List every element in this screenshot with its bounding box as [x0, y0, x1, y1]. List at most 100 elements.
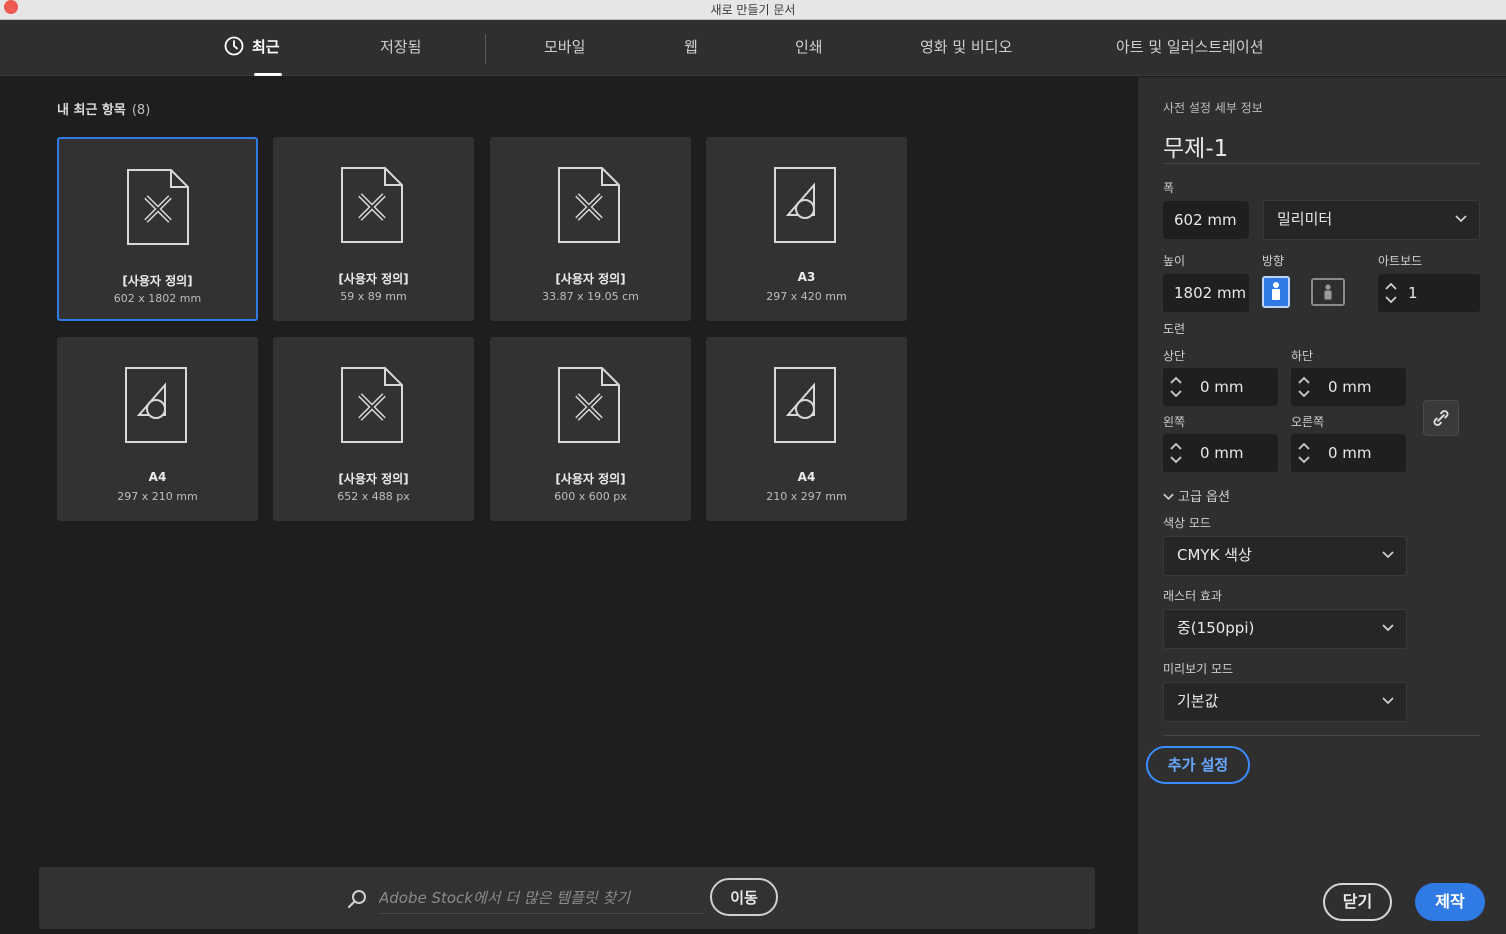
custom-document-icon [558, 167, 620, 243]
close-button[interactable]: 닫기 [1323, 883, 1392, 921]
unit-value: 밀리미터 [1277, 210, 1333, 228]
stepper-arrows-icon[interactable] [1382, 277, 1400, 309]
bleed-bottom-label: 하단 [1291, 349, 1314, 363]
custom-document-icon [341, 167, 403, 243]
document-preset-name: A4 [148, 470, 167, 484]
recent-document-card[interactable]: A3 297 x 420 mm [706, 137, 907, 321]
go-button[interactable]: 이동 [710, 878, 778, 916]
bleed-right-label: 오른쪽 [1291, 415, 1325, 429]
bleed-bottom-stepper[interactable]: 0 mm [1291, 368, 1406, 406]
stock-search-input[interactable] [379, 882, 703, 914]
width-field[interactable]: 602 mm [1163, 201, 1249, 239]
document-preset-size: 652 x 488 px [337, 490, 410, 503]
link-bleed-button[interactable] [1423, 400, 1459, 436]
artboard-stepper[interactable]: 1 [1378, 274, 1480, 312]
tab-mobile[interactable]: 모바일 [544, 20, 585, 76]
custom-document-icon [341, 367, 403, 443]
color-mode-label: 색상 모드 [1163, 516, 1211, 530]
stepper-arrows-icon[interactable] [1167, 437, 1185, 469]
shapes-document-icon [774, 167, 836, 243]
width-label: 폭 [1163, 181, 1175, 195]
shapes-document-icon [125, 367, 187, 443]
tab-divider [485, 34, 486, 64]
shapes-document-icon [774, 367, 836, 443]
document-preset-size: 602 x 1802 mm [113, 292, 202, 305]
tab-label: 최근 [252, 38, 280, 56]
document-preset-size: 210 x 297 mm [766, 490, 847, 503]
recent-document-card[interactable]: A4 297 x 210 mm [57, 337, 258, 521]
height-field[interactable]: 1802 mm [1163, 274, 1249, 312]
document-preset-size: 600 x 600 px [554, 490, 627, 503]
tab-print[interactable]: 인쇄 [795, 20, 823, 76]
tab-web[interactable]: 웹 [684, 20, 698, 76]
stock-search-bar: 이동 [39, 867, 1095, 929]
document-preset-name: [사용자 정의] [338, 272, 409, 286]
chevron-down-icon [1382, 551, 1394, 559]
recent-document-card[interactable]: A4 210 x 297 mm [706, 337, 907, 521]
recent-document-card[interactable]: [사용자 정의] 652 x 488 px [273, 337, 474, 521]
create-button[interactable]: 제작 [1415, 883, 1485, 921]
preview-mode-dropdown[interactable]: 기본값 [1163, 682, 1407, 722]
chevron-down-icon [1163, 493, 1174, 501]
preset-details-label: 사전 설정 세부 정보 [1163, 101, 1263, 115]
recent-items-title: 내 최근 항목 [57, 103, 126, 118]
window-title: 새로 만들기 문서 [710, 3, 796, 17]
tab-recent[interactable]: 최근 [224, 20, 282, 76]
color-mode-dropdown[interactable]: CMYK 색상 [1163, 536, 1407, 576]
preview-mode-value: 기본값 [1177, 692, 1219, 710]
raster-effects-label: 래스터 효과 [1163, 589, 1223, 603]
orientation-label: 방향 [1262, 254, 1285, 268]
bleed-top-stepper[interactable]: 0 mm [1163, 368, 1278, 406]
stepper-arrows-icon[interactable] [1295, 371, 1313, 403]
document-preset-name: A3 [797, 270, 816, 284]
document-preset-size: 297 x 420 mm [766, 290, 847, 303]
category-tab-bar: 최근 저장됨 모바일 웹 인쇄 영화 및 비디오 아트 및 일러스트레이션 [0, 20, 1506, 76]
unit-dropdown[interactable]: 밀리미터 [1263, 200, 1480, 240]
more-settings-button[interactable]: 추가 설정 [1146, 746, 1250, 784]
artboard-label: 아트보드 [1378, 254, 1423, 268]
document-preset-name: [사용자 정의] [555, 272, 626, 286]
chevron-down-icon [1382, 624, 1394, 632]
portrait-orientation-button[interactable] [1262, 276, 1290, 308]
recent-document-card[interactable]: [사용자 정의] 33.87 x 19.05 cm [490, 137, 691, 321]
bleed-right-stepper[interactable]: 0 mm [1291, 434, 1406, 472]
advanced-divider [1163, 735, 1480, 736]
link-icon [1433, 410, 1449, 426]
artboard-value: 1 [1408, 284, 1418, 302]
document-preset-name: [사용자 정의] [122, 274, 193, 288]
raster-effects-value: 중(150ppi) [1177, 619, 1255, 637]
window-title-bar: 새로 만들기 문서 [0, 0, 1506, 20]
bleed-left-stepper[interactable]: 0 mm [1163, 434, 1278, 472]
recent-document-card[interactable]: [사용자 정의] 600 x 600 px [490, 337, 691, 521]
tab-art-illustration[interactable]: 아트 및 일러스트레이션 [1116, 20, 1264, 76]
recent-document-card[interactable]: [사용자 정의] 59 x 89 mm [273, 137, 474, 321]
stepper-arrows-icon[interactable] [1167, 371, 1185, 403]
document-preset-name: [사용자 정의] [555, 472, 626, 486]
advanced-options-toggle[interactable]: 고급 옵션 [1163, 486, 1230, 505]
chevron-down-icon [1382, 697, 1394, 705]
document-preset-name: [사용자 정의] [338, 472, 409, 486]
raster-effects-dropdown[interactable]: 중(150ppi) [1163, 609, 1407, 649]
advanced-options-label: 고급 옵션 [1178, 490, 1230, 505]
document-name-field[interactable]: 무제-1 [1163, 129, 1228, 163]
color-mode-value: CMYK 색상 [1177, 546, 1252, 564]
bleed-top-label: 상단 [1163, 349, 1186, 363]
height-label: 높이 [1163, 254, 1186, 268]
tab-film-video[interactable]: 영화 및 비디오 [920, 20, 1012, 76]
document-preset-size: 33.87 x 19.05 cm [542, 290, 639, 303]
recent-items-pane: 내 최근 항목 (8) [사용자 정의] 602 x 1802 mm [사용자 정의]… [0, 77, 1138, 934]
custom-document-icon [558, 367, 620, 443]
stepper-arrows-icon[interactable] [1295, 437, 1313, 469]
bleed-left-label: 왼쪽 [1163, 415, 1186, 429]
recent-document-card[interactable]: [사용자 정의] 602 x 1802 mm [57, 137, 258, 321]
bleed-bottom-value: 0 mm [1328, 378, 1372, 396]
bleed-top-value: 0 mm [1200, 378, 1244, 396]
landscape-person-icon [1324, 284, 1332, 300]
landscape-orientation-button[interactable] [1311, 278, 1345, 306]
bleed-label: 도련 [1163, 322, 1186, 336]
clock-icon [224, 36, 244, 56]
bleed-right-value: 0 mm [1328, 444, 1372, 462]
document-preset-size: 59 x 89 mm [340, 290, 407, 303]
tab-saved[interactable]: 저장됨 [380, 20, 421, 76]
chevron-down-icon [1455, 215, 1467, 223]
